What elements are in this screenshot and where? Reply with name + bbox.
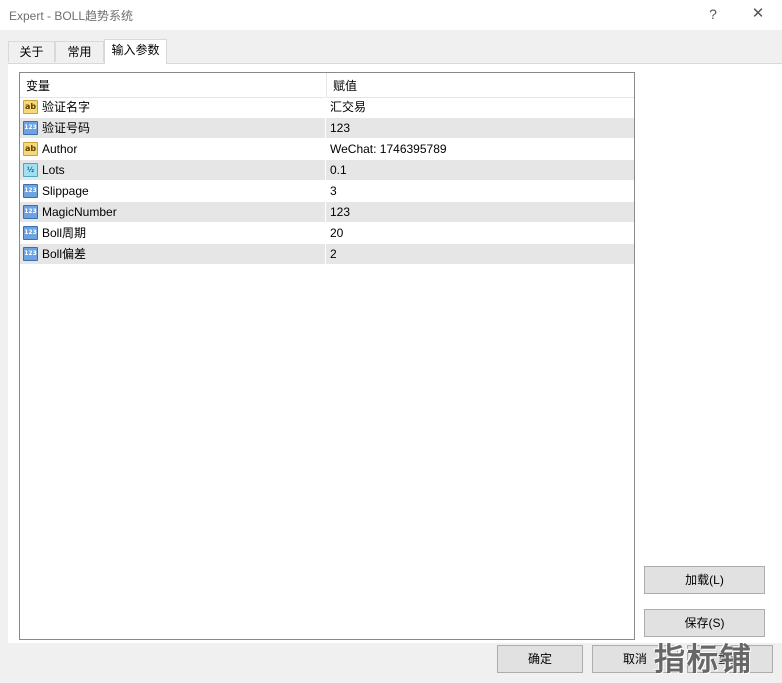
table-row[interactable]: ½ Lots 0.1 xyxy=(20,160,634,181)
parameter-name: Lots xyxy=(42,163,65,177)
integer-123-icon: 123 xyxy=(23,247,38,261)
tab-about[interactable]: 关于 xyxy=(8,41,55,62)
table-row[interactable]: 123 验证号码 123 xyxy=(20,118,634,139)
parameter-name: Slippage xyxy=(42,184,89,198)
tab-common[interactable]: 常用 xyxy=(55,41,104,62)
load-button[interactable]: 加载(L) xyxy=(644,566,765,594)
parameter-name: 验证号码 xyxy=(42,121,91,135)
parameters-grid[interactable]: 变量 赋值 ab 验证名字 汇交易 123 验证号码 123 ab Author… xyxy=(19,72,635,640)
table-row[interactable]: 123 Slippage 3 xyxy=(20,181,634,202)
watermark-logo: 指标铺 xyxy=(654,642,753,678)
expert-properties-dialog: Expert - BOLL趋势系统 ? ✕ 关于 常用 输入参数 变量 赋值 a… xyxy=(0,0,782,683)
name-cell: 123 Boll偏差 xyxy=(20,244,326,265)
integer-123-icon: 123 xyxy=(23,184,38,198)
parameter-name: Author xyxy=(42,142,78,156)
table-row[interactable]: 123 Boll周期 20 xyxy=(20,223,634,244)
table-row[interactable]: 123 MagicNumber 123 xyxy=(20,202,634,223)
ok-button[interactable]: 确定 xyxy=(497,645,583,673)
parameter-value[interactable]: 20 xyxy=(330,223,343,244)
window-title: Expert - BOLL趋势系统 xyxy=(9,9,134,23)
save-button[interactable]: 保存(S) xyxy=(644,609,765,637)
parameter-value[interactable]: 123 xyxy=(330,202,350,223)
name-cell: 123 验证号码 xyxy=(20,118,326,139)
table-row[interactable]: ab Author WeChat: 1746395789 xyxy=(20,139,634,160)
parameter-name: 验证名字 xyxy=(42,100,91,114)
grid-header: 变量 赋值 xyxy=(20,73,634,98)
column-header-variable[interactable]: 变量 xyxy=(20,73,327,97)
parameter-name: MagicNumber xyxy=(42,205,117,219)
double-fraction-icon: ½ xyxy=(23,163,38,177)
name-cell: 123 MagicNumber xyxy=(20,202,326,223)
parameter-value[interactable]: 2 xyxy=(330,244,337,265)
parameter-value[interactable]: 123 xyxy=(330,118,350,139)
help-icon[interactable]: ? xyxy=(701,4,725,24)
tab-inputs[interactable]: 输入参数 xyxy=(104,39,167,64)
parameter-value[interactable]: 3 xyxy=(330,181,337,202)
title-bar: Expert - BOLL趋势系统 ? ✕ xyxy=(0,0,782,30)
integer-123-icon: 123 xyxy=(23,226,38,240)
parameter-value[interactable]: 0.1 xyxy=(330,160,347,181)
close-icon[interactable]: ✕ xyxy=(746,4,770,24)
name-cell: 123 Boll周期 xyxy=(20,223,326,244)
parameter-value[interactable]: 汇交易 xyxy=(330,97,366,118)
parameter-name: Boll偏差 xyxy=(42,247,87,261)
table-row[interactable]: ab 验证名字 汇交易 xyxy=(20,97,634,118)
parameter-value[interactable]: WeChat: 1746395789 xyxy=(330,139,447,160)
name-cell: 123 Slippage xyxy=(20,181,326,202)
name-cell: ab 验证名字 xyxy=(20,97,326,118)
name-cell: ½ Lots xyxy=(20,160,326,181)
table-row[interactable]: 123 Boll偏差 2 xyxy=(20,244,634,265)
parameter-name: Boll周期 xyxy=(42,226,87,240)
name-cell: ab Author xyxy=(20,139,326,160)
string-ab-icon: ab xyxy=(23,100,38,114)
string-ab-icon: ab xyxy=(23,142,38,156)
column-header-value[interactable]: 赋值 xyxy=(327,73,634,97)
integer-123-icon: 123 xyxy=(23,205,38,219)
integer-123-icon: 123 xyxy=(23,121,38,135)
